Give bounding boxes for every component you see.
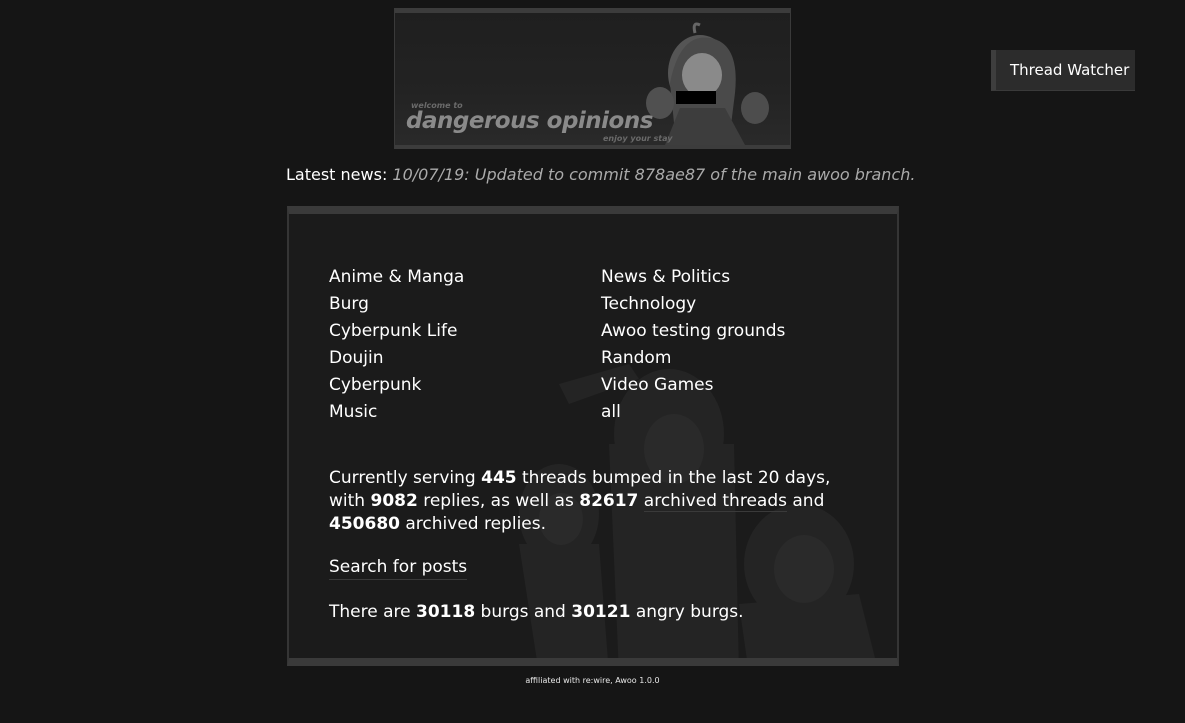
board-link[interactable]: Doujin (329, 348, 384, 368)
board-link[interactable]: Cyberpunk Life (329, 321, 457, 341)
news-label: Latest news: (286, 165, 388, 184)
page: welcome to dangerous opinions enjoy your… (0, 0, 1185, 723)
replies-count: 9082 (370, 491, 418, 511)
board-link[interactable]: Burg (329, 294, 369, 314)
board-item: Video Games (601, 372, 785, 399)
footer-text: affiliated with re:wire, Awoo 1.0.0 (525, 676, 660, 685)
board-item: News & Politics (601, 264, 785, 291)
burgs-stats: There are 30118 burgs and 30121 angry bu… (329, 601, 744, 624)
stats-text: and (786, 491, 825, 511)
burgs-text: There are (329, 602, 416, 622)
boards-list-right: News & Politics Technology Awoo testing … (601, 264, 785, 426)
news-text: 10/07/19: Updated to commit 878ae87 of t… (392, 165, 916, 184)
board-link[interactable]: Anime & Manga (329, 267, 464, 287)
latest-news: Latest news: 10/07/19: Updated to commit… (286, 165, 915, 184)
board-item: Technology (601, 291, 785, 318)
board-item: Burg (329, 291, 464, 318)
board-link[interactable]: all (601, 402, 621, 422)
board-link[interactable]: Random (601, 348, 671, 368)
stats-text: Currently serving (329, 468, 482, 488)
board-link[interactable]: News & Politics (601, 267, 730, 287)
board-link[interactable]: Video Games (601, 375, 714, 395)
board-link[interactable]: Cyberpunk (329, 375, 421, 395)
banner-character-art (646, 22, 769, 145)
threads-count: 445 (481, 468, 517, 488)
board-link[interactable]: Music (329, 402, 377, 422)
stats-text: replies, as well as (417, 491, 580, 511)
board-item: Random (601, 345, 785, 372)
archived-threads-count: 82617 (579, 491, 639, 511)
burgs-count: 30118 (416, 602, 476, 622)
thread-watcher-button[interactable]: Thread Watcher (991, 50, 1135, 91)
board-item: Awoo testing grounds (601, 318, 785, 345)
archived-threads-link[interactable]: archived threads (643, 491, 787, 512)
burgs-text: angry burgs. (630, 602, 744, 622)
banner-subtitle: enjoy your stay (603, 134, 673, 143)
board-item: Cyberpunk (329, 372, 464, 399)
site-banner[interactable]: welcome to dangerous opinions enjoy your… (394, 8, 791, 149)
banner-title: dangerous opinions (406, 108, 653, 134)
stats-text: archived replies. (399, 514, 547, 534)
search-posts-link[interactable]: Search for posts (329, 556, 468, 580)
board-item: Anime & Manga (329, 264, 464, 291)
angry-burgs-count: 30121 (571, 602, 631, 622)
site-stats: Currently serving 445 threads bumped in … (329, 467, 849, 536)
boards-list-left: Anime & Manga Burg Cyberpunk Life Doujin… (329, 264, 464, 426)
burgs-text: burgs and (475, 602, 572, 622)
board-item: Music (329, 399, 464, 426)
archived-replies-count: 450680 (329, 514, 400, 534)
board-item: all (601, 399, 785, 426)
board-link[interactable]: Technology (601, 294, 696, 314)
board-item: Doujin (329, 345, 464, 372)
boards-panel: Anime & Manga Burg Cyberpunk Life Doujin… (287, 206, 899, 666)
board-item: Cyberpunk Life (329, 318, 464, 345)
board-link[interactable]: Awoo testing grounds (601, 321, 785, 341)
